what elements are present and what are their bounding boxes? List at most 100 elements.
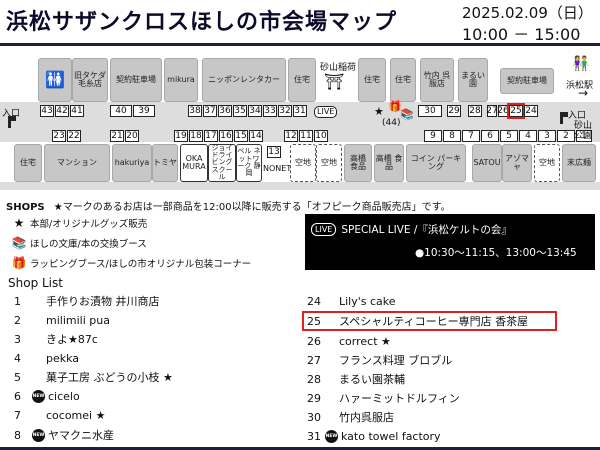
- booth-11[interactable]: 11: [299, 130, 313, 142]
- shop-row-5[interactable]: 5 菓子工房 ぶどうの小枝 ★: [14, 368, 173, 386]
- nonet-label: NONET: [263, 164, 292, 173]
- block-rental-car: ニッポンレンタカー: [202, 58, 286, 102]
- block-satou: SATOU: [472, 144, 502, 182]
- block-okamura: OKA MURA: [180, 144, 208, 182]
- restroom-block: 🚻: [38, 58, 72, 102]
- block-bell-network: ベル ネットワーク 静岡: [236, 144, 262, 182]
- legend-book-text: ほしの文庫/本の交換ブース: [30, 239, 147, 250]
- booth-34[interactable]: 34: [248, 105, 262, 117]
- shop-name: 菓子工房 ぶどうの小枝 ★: [46, 371, 173, 384]
- shop-row-2[interactable]: 2 milimili pua: [14, 311, 110, 329]
- booth-4[interactable]: 4: [519, 130, 537, 142]
- booth-8[interactable]: 8: [443, 130, 461, 142]
- shop-row-27[interactable]: 27 フランス料理 ブロブル: [307, 351, 452, 369]
- shop-num: 25: [307, 314, 321, 328]
- block-old-kimono: 旧タケダ 毛糸店: [72, 58, 108, 102]
- booth-24[interactable]: 24: [524, 105, 538, 117]
- booth-42[interactable]: 42: [55, 105, 69, 117]
- shop-name: correct ★: [339, 334, 391, 348]
- block-vacant-3: 空地: [534, 144, 560, 182]
- booth-27[interactable]: 27: [486, 105, 498, 117]
- shop-name: 手作りお漬物 井川商店: [46, 295, 160, 308]
- booth-7[interactable]: 7: [462, 130, 480, 142]
- booth-3[interactable]: 3: [538, 130, 556, 142]
- shops-note: SHOPS ★マークのあるお店は一部商品を12:00以降に販売する「オフピーク商…: [6, 198, 451, 213]
- shop-num: 26: [307, 334, 321, 348]
- shop-row-28[interactable]: 28 まるい園茶輔: [307, 370, 405, 388]
- booth-23[interactable]: 23: [52, 130, 66, 142]
- shop-row-30[interactable]: 30 竹内呉服店: [307, 408, 394, 426]
- block-vacant-1: 空地: [290, 144, 316, 182]
- new-badge-icon: NEW: [32, 428, 45, 442]
- new-badge-icon: NEW: [32, 389, 45, 403]
- booth-16[interactable]: 16: [219, 130, 233, 142]
- booth-19[interactable]: 19: [174, 130, 188, 142]
- booth-20[interactable]: 20: [125, 130, 139, 142]
- booth-10[interactable]: 10: [314, 130, 328, 142]
- shop-num: 6: [14, 389, 21, 403]
- booth-row-top-left: 43 42 41: [40, 105, 85, 117]
- booth-18[interactable]: 18: [189, 130, 203, 142]
- block-house-3: 住宅: [390, 58, 416, 102]
- live-stage-tag: LIVE: [314, 106, 338, 118]
- booth-33[interactable]: 33: [263, 105, 277, 117]
- star-icon: ★: [13, 216, 25, 230]
- shop-row-29[interactable]: 29 ハァーミットドルフィン: [307, 389, 460, 407]
- booth-2[interactable]: 2: [557, 130, 575, 142]
- booth-12[interactable]: 12: [284, 130, 298, 142]
- live-title-line: LIVE SPECIAL LIVE /『浜松ケルトの会』: [311, 222, 512, 237]
- booth-13[interactable]: 13: [267, 146, 281, 158]
- booth-15[interactable]: 15: [234, 130, 248, 142]
- booth-5[interactable]: 5: [500, 130, 518, 142]
- booth-6[interactable]: 6: [481, 130, 499, 142]
- shop-num: 7: [14, 408, 21, 422]
- booth-row-mid-left: 23 22: [52, 130, 82, 142]
- block-tomiya: トミヤ: [152, 144, 178, 182]
- shop-num: 3: [14, 332, 21, 346]
- booth-41[interactable]: 41: [70, 105, 84, 117]
- booth-28[interactable]: 28: [468, 105, 482, 117]
- shop-name: フランス料理 ブロブル: [339, 354, 453, 367]
- legend-book: 📚 ほしの文庫/本の交換ブース: [8, 236, 147, 250]
- booth-row-top-mid: 40 39: [110, 105, 156, 117]
- booth-30[interactable]: 30: [418, 105, 442, 117]
- booth-29[interactable]: 29: [447, 105, 461, 117]
- booth-35[interactable]: 35: [233, 105, 247, 117]
- booth-37[interactable]: 37: [203, 105, 217, 117]
- booth-38[interactable]: 38: [188, 105, 202, 117]
- event-time: 10:00 － 15:00: [462, 25, 581, 44]
- shop-row-24[interactable]: 24 Lily's cake: [307, 292, 396, 310]
- booth-43[interactable]: 43: [40, 105, 54, 117]
- shop-row-8[interactable]: 8 NEW ヤマクニ水産: [14, 426, 114, 444]
- shop-num: 8: [14, 428, 21, 442]
- shop-name: きよ★87c: [46, 333, 98, 346]
- booth-32[interactable]: 32: [278, 105, 292, 117]
- block-apparel: アゾマャ: [502, 144, 532, 182]
- booth-40[interactable]: 40: [110, 105, 132, 117]
- booth-25-highlighted[interactable]: 25: [507, 103, 525, 119]
- shop-row-3[interactable]: 3 きよ★87c: [14, 330, 98, 348]
- venue-map: 🚻 旧タケダ 毛糸店 契約駐車場 mikura ニッポンレンタカー 住宅 砂山稲…: [0, 46, 600, 194]
- shop-row-1[interactable]: 1 手作りお漬物 井川商店: [14, 292, 160, 310]
- shop-row-26[interactable]: 26 correct ★: [307, 332, 391, 350]
- shop-row-4[interactable]: 4 pekka: [14, 349, 79, 367]
- booth-9[interactable]: 9: [424, 130, 442, 142]
- shop-row-25[interactable]: 25 スペシャルティコーヒー専門店 香茶屋: [307, 312, 528, 330]
- booth-36[interactable]: 36: [218, 105, 232, 117]
- booth-39[interactable]: 39: [133, 105, 155, 117]
- booth-26[interactable]: 26: [497, 105, 509, 117]
- booth-22[interactable]: 22: [67, 130, 81, 142]
- shop-num: 28: [307, 372, 321, 386]
- booth-17[interactable]: 17: [204, 130, 218, 142]
- booth-14[interactable]: 14: [249, 130, 263, 142]
- booth-row-mid-left2: 21 20: [110, 130, 140, 142]
- shop-row-7[interactable]: 7 cocomei ★: [14, 406, 105, 424]
- legend-star-text: 本部/オリジナルグッズ販売: [30, 219, 148, 230]
- legend-gift: 🎁 ラッピングブース/ほしの市オリジナル包装コーナー: [8, 256, 252, 270]
- booth-21[interactable]: 21: [110, 130, 124, 142]
- shop-row-31[interactable]: 31 NEW kato towel factory: [307, 427, 441, 445]
- shop-row-6[interactable]: 6 NEW cicelo: [14, 387, 80, 405]
- shop-list-heading: Shop List: [8, 276, 63, 290]
- booth-31[interactable]: 31: [293, 105, 307, 117]
- block-vacant-2: 空地: [316, 144, 342, 182]
